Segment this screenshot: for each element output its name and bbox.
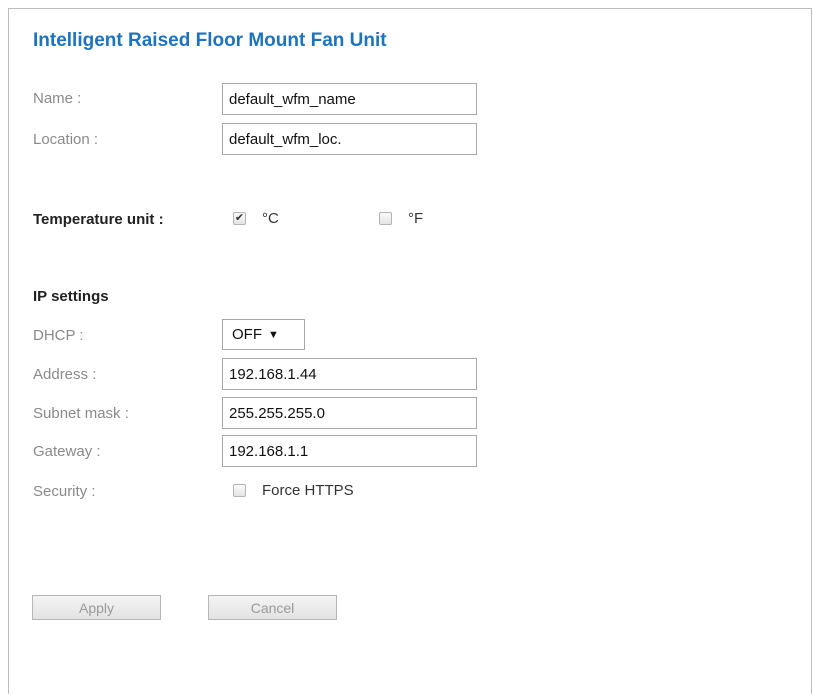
page-title: Intelligent Raised Floor Mount Fan Unit [33,30,387,51]
force-https-label: Force HTTPS [262,482,354,499]
celsius-checkbox[interactable]: ✔ [233,212,246,225]
cancel-button[interactable]: Cancel [208,595,337,620]
dhcp-select[interactable]: OFF ▼ [222,319,305,350]
address-input[interactable] [222,358,477,390]
apply-button[interactable]: Apply [32,595,161,620]
caret-down-icon: ▼ [268,328,279,341]
dhcp-value: OFF [232,326,262,343]
location-input[interactable] [222,123,477,155]
check-icon: ✔ [234,212,245,224]
location-label: Location : [33,131,99,148]
name-input[interactable] [222,83,477,115]
fahrenheit-checkbox[interactable] [379,212,392,225]
dhcp-label: DHCP : [33,327,84,344]
subnet-mask-label: Subnet mask : [33,405,129,422]
address-label: Address : [33,366,97,383]
celsius-label: °C [262,210,279,227]
temperature-unit-label: Temperature unit : [33,211,164,228]
subnet-mask-input[interactable] [222,397,477,429]
security-label: Security : [33,483,96,500]
fahrenheit-label: °F [408,210,424,227]
ip-settings-heading: IP settings [33,288,109,305]
name-label: Name : [33,90,82,107]
force-https-checkbox[interactable] [233,484,246,497]
gateway-label: Gateway : [33,443,101,460]
gateway-input[interactable] [222,435,477,467]
